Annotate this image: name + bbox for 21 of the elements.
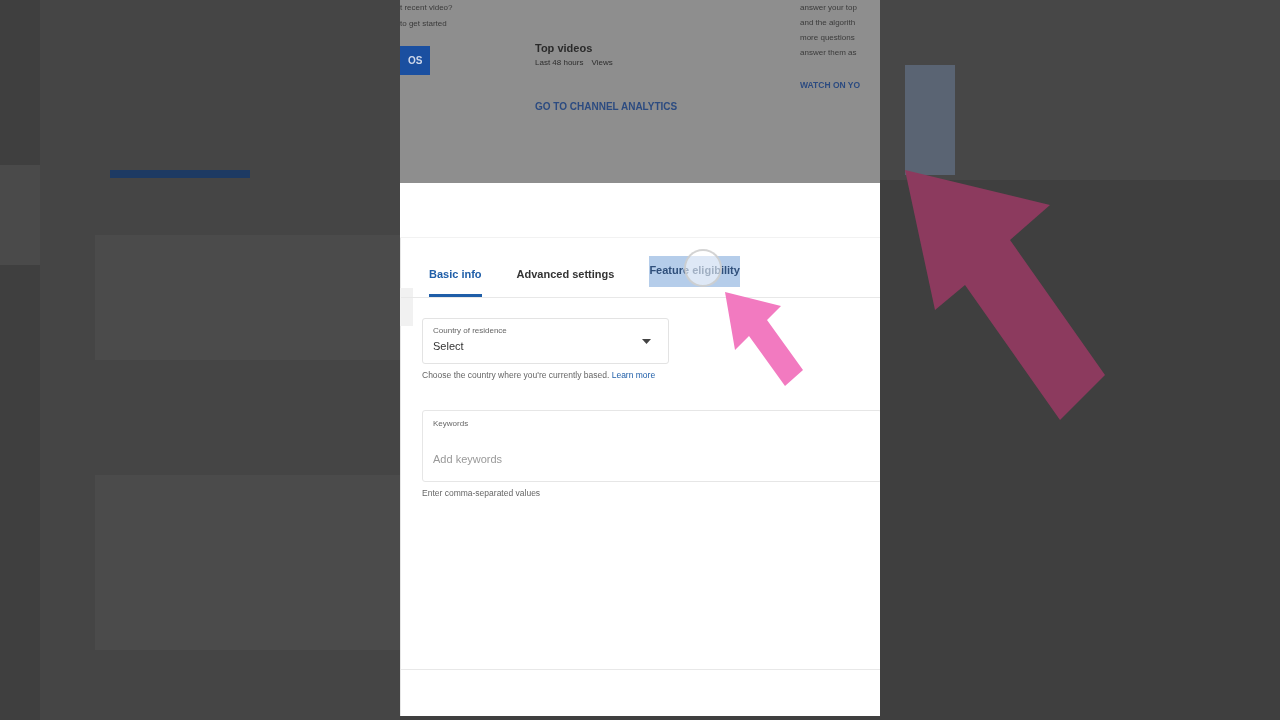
country-dropdown[interactable]: Country of residence Select	[422, 318, 669, 364]
tab[interactable]: Advanced settings	[516, 256, 615, 297]
text-line: answer them as	[800, 47, 858, 59]
learn-more-link[interactable]: Learn more	[611, 370, 656, 380]
period-label: Last 48 hours	[535, 58, 584, 67]
help-text: Choose the country where you're currently based. Learn more	[422, 370, 657, 380]
field-label: Keywords	[433, 419, 469, 428]
metric-label: Views	[591, 58, 613, 67]
text-line: t recent video?	[400, 2, 453, 14]
text-line: and the algorith	[800, 17, 857, 29]
text-line: answer your top	[800, 2, 858, 14]
text-line: to get started	[400, 18, 447, 30]
tab[interactable]: Basic info	[429, 256, 482, 297]
action-button[interactable]: OS	[400, 46, 431, 75]
caret-icon	[642, 339, 651, 344]
tab[interactable]: Feature eligibility	[649, 256, 740, 287]
card-title: Top videos	[535, 42, 594, 54]
help-text: Enter comma-separated values	[422, 488, 542, 498]
arrow-icon	[723, 290, 805, 388]
sidebar-item[interactable]	[400, 288, 413, 326]
text-line: more questions	[800, 32, 856, 44]
